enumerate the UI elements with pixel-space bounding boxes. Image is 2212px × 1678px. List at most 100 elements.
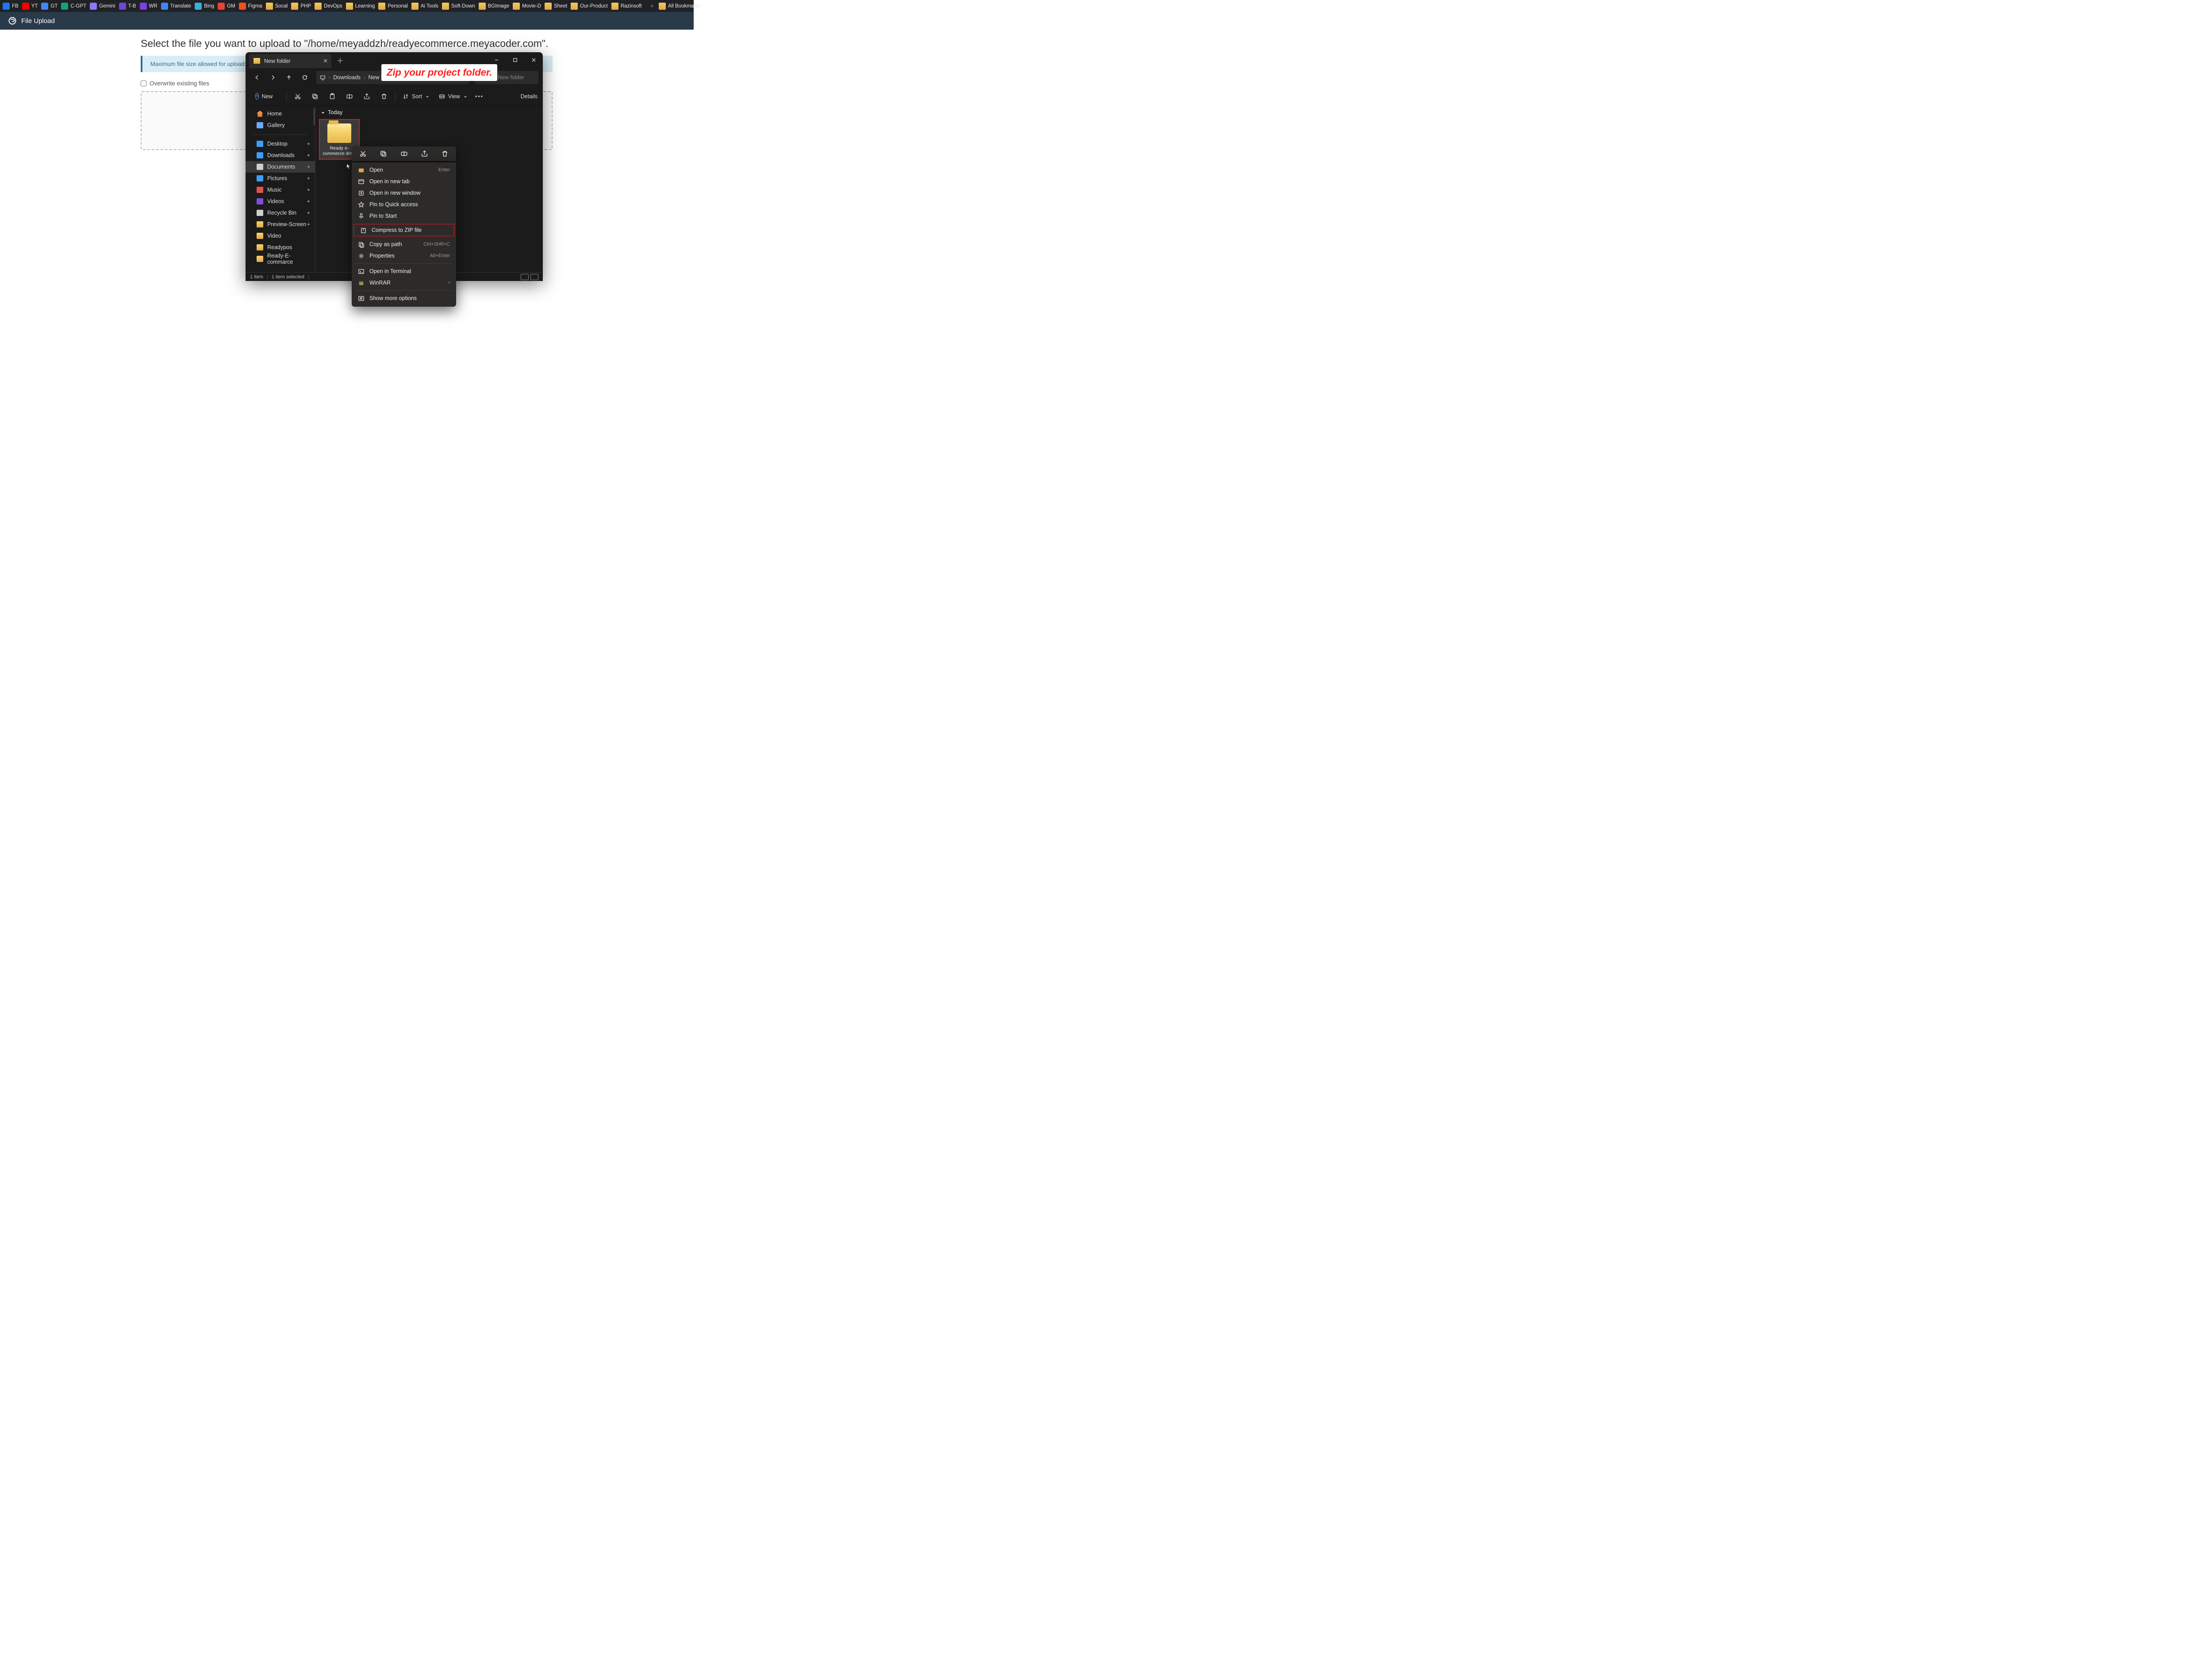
group-header-today[interactable]: Today [321, 109, 538, 115]
ctx-share-button[interactable] [415, 150, 434, 158]
bookmark-favicon-icon [195, 3, 202, 10]
view-list-button[interactable] [521, 274, 529, 280]
overwrite-checkbox[interactable] [141, 81, 146, 86]
folder-icon [257, 198, 263, 204]
context-menu-item[interactable]: Copy as pathCtrl+Shift+C [352, 239, 456, 250]
bookmark-item[interactable]: Bing [195, 3, 214, 10]
context-menu-item[interactable]: PropertiesAlt+Enter [352, 250, 456, 262]
sidebar-item[interactable]: Documents✦ [246, 161, 315, 173]
new-tab-button[interactable]: ＋ [337, 55, 344, 65]
bookmark-item[interactable]: T-B [119, 3, 136, 10]
explorer-sidebar[interactable]: HomeGalleryDesktop✦Downloads✦Documents✦P… [246, 106, 315, 272]
bookmark-folder[interactable]: DevOps [315, 3, 342, 10]
bookmark-label: FB [12, 4, 19, 9]
maximize-button[interactable] [506, 52, 524, 68]
sort-button[interactable]: Sort [399, 93, 433, 100]
sidebar-item[interactable]: Video [246, 230, 315, 242]
bookmark-item[interactable]: Figma [239, 3, 262, 10]
paste-button[interactable] [325, 90, 340, 103]
sidebar-item[interactable]: Home [246, 108, 315, 119]
bookmark-folder[interactable]: Our-Product [571, 3, 608, 10]
bookmark-overflow-button[interactable]: » [649, 4, 655, 9]
context-menu-item[interactable]: Pin to Quick access [352, 199, 456, 210]
folder-icon [257, 141, 263, 147]
bookmark-folder[interactable]: Razinsoft [611, 3, 642, 10]
breadcrumb-item[interactable]: Downloads [333, 74, 361, 81]
bookmark-folder[interactable]: Learning [346, 3, 375, 10]
sidebar-item[interactable]: Gallery [246, 119, 315, 131]
up-button[interactable] [282, 70, 296, 85]
share-button[interactable] [359, 90, 374, 103]
ctx-rename-button[interactable] [395, 150, 413, 158]
sidebar-item[interactable]: Downloads✦ [246, 150, 315, 161]
sidebar-item[interactable]: Ready-E-commarce [246, 253, 315, 265]
bookmark-folder[interactable]: Sheet [545, 3, 567, 10]
cpanel-header: File Upload [0, 12, 694, 30]
view-button[interactable]: View [435, 93, 471, 100]
refresh-button[interactable] [298, 70, 312, 85]
bookmark-folder[interactable]: Soft-Down [442, 3, 475, 10]
delete-button[interactable] [376, 90, 392, 103]
new-button[interactable]: + New [251, 91, 283, 101]
context-menu-item[interactable]: Open in new tab [352, 176, 456, 187]
bookmark-folder[interactable]: Socal [266, 3, 288, 10]
bookmark-favicon-icon [61, 3, 68, 10]
cut-button[interactable] [290, 90, 305, 103]
context-menu-item[interactable]: OpenEnter [352, 164, 456, 176]
bookmark-item[interactable]: GT [41, 3, 58, 10]
bookmark-folder[interactable]: Personal [378, 3, 407, 10]
close-button[interactable] [524, 52, 543, 68]
copy-button[interactable] [307, 90, 323, 103]
sidebar-item[interactable]: Videos✦ [246, 196, 315, 207]
sidebar-item[interactable]: Readypos [246, 242, 315, 253]
bookmark-item[interactable]: WR [140, 3, 157, 10]
bookmark-label: T-B [128, 4, 136, 9]
context-menu-label: Open in new window [369, 190, 420, 196]
ctx-copy-button[interactable] [374, 150, 392, 158]
status-item-count: 1 item [250, 274, 263, 280]
context-menu-label: Pin to Quick access [369, 201, 418, 208]
ctx-cut-button[interactable] [353, 150, 372, 158]
sidebar-item[interactable]: Preview-Screen✦ [246, 219, 315, 230]
explorer-tab[interactable]: New folder ✕ [249, 54, 331, 68]
bookmark-item[interactable]: C-GPT [61, 3, 86, 10]
back-button[interactable] [250, 70, 264, 85]
forward-button[interactable] [266, 70, 280, 85]
sidebar-item[interactable]: Pictures✦ [246, 173, 315, 184]
context-menu-item[interactable]: Show more options [352, 292, 456, 304]
all-bookmarks-button[interactable]: All Bookmarks [659, 3, 701, 10]
context-menu-item[interactable]: Open in new window [352, 187, 456, 199]
bookmark-item[interactable]: GM [218, 3, 235, 10]
bookmark-folder[interactable]: BGImage [479, 3, 510, 10]
folder-icon [257, 175, 263, 181]
bookmark-label: Gemini [99, 4, 115, 9]
open-icon [358, 167, 365, 173]
rename-button[interactable] [342, 90, 357, 103]
context-menu-shortcut: Enter [438, 167, 450, 173]
sidebar-item[interactable]: Desktop✦ [246, 138, 315, 150]
context-menu-item[interactable]: Compress to ZIP file [354, 224, 454, 236]
context-menu-item[interactable]: Pin to Start [352, 210, 456, 222]
bookmark-folder[interactable]: Movie-D [513, 3, 541, 10]
sidebar-item-label: Video [267, 233, 281, 239]
bookmark-folder[interactable]: Ai Tools [411, 3, 438, 10]
pin-icon: ✦ [307, 164, 311, 170]
sidebar-item[interactable]: Recycle Bin✦ [246, 207, 315, 219]
context-menu: OpenEnterOpen in new tab Open in new wind… [352, 162, 456, 307]
context-menu-item[interactable]: Open in Terminal [352, 266, 456, 277]
more-button[interactable]: ••• [475, 93, 484, 100]
bookmark-bar: FBYTGTC-GPT Gemini T-B WR TranslateBing GM Fig… [0, 0, 694, 12]
bookmark-item[interactable]: FB [3, 3, 19, 10]
view-grid-button[interactable] [530, 274, 538, 280]
bookmark-item[interactable]: Translate [161, 3, 192, 10]
context-menu-item[interactable]: WinRAR› [352, 277, 456, 289]
bookmark-item[interactable]: YT [22, 3, 38, 10]
ctx-delete-button[interactable] [436, 150, 454, 158]
bookmark-item[interactable]: Gemini [90, 3, 115, 10]
bookmark-folder[interactable]: PHP [291, 3, 311, 10]
folder-icon [479, 3, 486, 10]
tab-close-icon[interactable]: ✕ [323, 58, 328, 65]
details-pane-button[interactable]: Details [518, 93, 538, 100]
sidebar-item[interactable]: Music✦ [246, 184, 315, 196]
context-menu-label: WinRAR [369, 280, 391, 286]
